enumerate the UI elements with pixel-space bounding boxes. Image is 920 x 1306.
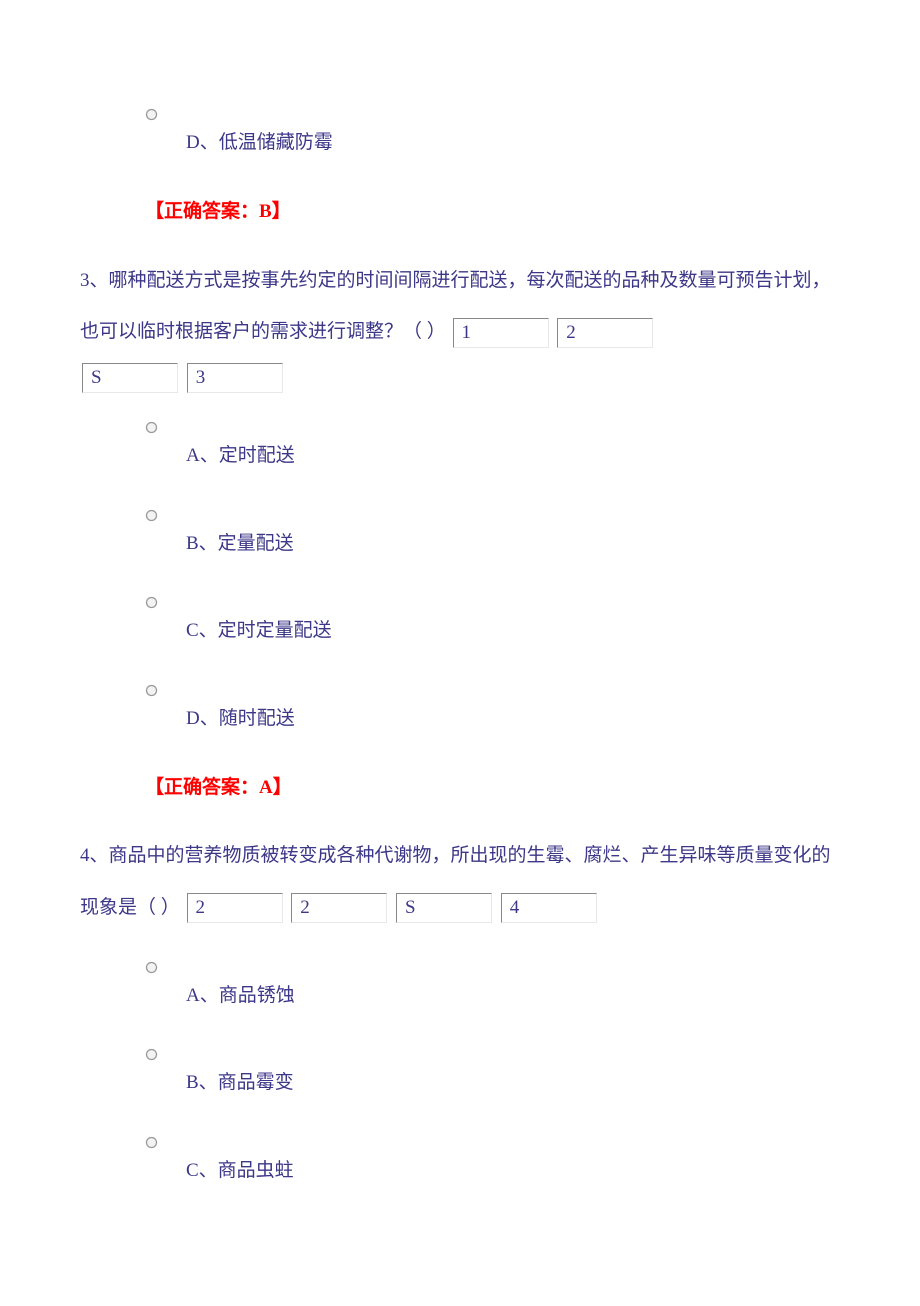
option-label: A、商品锈蚀 [186,953,295,1020]
option-label: A、定时配送 [186,413,295,480]
code-box: 2 [291,893,387,923]
option-label: D、低温储藏防霉 [186,100,333,167]
question-3: 3、哪种配送方式是按事先约定的时间间隔进行配送，每次配送的品种及数量可预告计划，… [80,255,840,813]
q4-option-b[interactable]: B、商品霉变 [145,1040,840,1107]
question-4: 4、商品中的营养物质被转变成各种代谢物，所出现的生霉、腐烂、产生异味等质量变化的… [80,830,840,1195]
question-text: 4、商品中的营养物质被转变成各种代谢物，所出现的生霉、腐烂、产生异味等质量变化的… [80,830,840,933]
option-label: D、随时配送 [186,676,295,743]
option-label: B、定量配送 [186,501,294,568]
q3-correct-answer: 【正确答案：A】 [145,763,840,812]
radio-unchecked-icon [145,684,158,697]
radio-unchecked-icon [145,421,158,434]
code-box: S [396,893,492,923]
radio-unchecked-icon [145,1048,158,1061]
q2-option-d[interactable]: D、低温储藏防霉 [145,100,840,167]
code-box: 2 [187,893,283,923]
q3-option-b[interactable]: B、定量配送 [145,501,840,568]
code-box: 4 [501,893,597,923]
q3-option-a[interactable]: A、定时配送 [145,413,840,480]
q4-option-c[interactable]: C、商品虫蛀 [145,1128,840,1195]
radio-unchecked-icon [145,1136,158,1149]
option-label: C、定时定量配送 [186,588,332,655]
radio-unchecked-icon [145,961,158,974]
code-box: 2 [557,318,653,348]
radio-unchecked-icon [145,509,158,522]
code-box: S [82,363,178,393]
question-text: 3、哪种配送方式是按事先约定的时间间隔进行配送，每次配送的品种及数量可预告计划，… [80,255,840,358]
radio-unchecked-icon [145,596,158,609]
radio-unchecked-icon [145,108,158,121]
q3-option-d[interactable]: D、随时配送 [145,676,840,743]
q3-option-c[interactable]: C、定时定量配送 [145,588,840,655]
q4-option-a[interactable]: A、商品锈蚀 [145,953,840,1020]
option-label: C、商品虫蛀 [186,1128,294,1195]
q2-correct-answer: 【正确答案：B】 [145,187,840,236]
code-box: 3 [187,363,283,393]
code-box: 1 [453,318,549,348]
option-label: B、商品霉变 [186,1040,294,1107]
